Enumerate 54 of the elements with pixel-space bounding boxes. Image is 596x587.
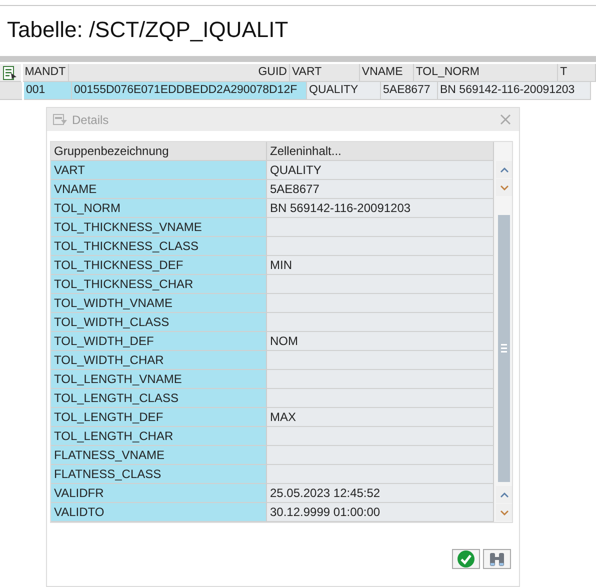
table-cell: VALIDFR <box>51 484 267 503</box>
scroll-thumb[interactable] <box>498 215 510 482</box>
table-cell: MAX <box>267 408 494 427</box>
binoculars-icon <box>488 550 506 568</box>
search-button[interactable] <box>483 549 511 569</box>
close-icon[interactable] <box>500 114 511 125</box>
table-cell: TOL_WIDTH_DEF <box>51 332 267 351</box>
table-cell: 30.12.9999 01:00:00 <box>267 503 494 522</box>
table-cell: MIN <box>267 256 494 275</box>
table-cell: TOL_WIDTH_VNAME <box>51 294 267 313</box>
table-cell: TOL_WIDTH_CHAR <box>51 351 267 370</box>
table-cell: VART <box>51 161 267 180</box>
table-cell: TOL_THICKNESS_DEF <box>51 256 267 275</box>
table-cell: TOL_THICKNESS_VNAME <box>51 218 267 237</box>
table-cell: TOL_LENGTH_CLASS <box>51 389 267 408</box>
table-cell: QUALITY <box>267 161 494 180</box>
table-cell: TOL_WIDTH_CLASS <box>51 313 267 332</box>
table-cell: VALIDTO <box>51 503 267 522</box>
table-cell: 5AE8677 <box>267 180 494 199</box>
table-cell: FLATNESS_VNAME <box>51 446 267 465</box>
table-cell: TOL_LENGTH_DEF <box>51 408 267 427</box>
scroll-up-icon[interactable] <box>496 161 512 178</box>
column-header[interactable]: TOL_NORM <box>414 64 558 82</box>
column-header[interactable]: VNAME <box>360 64 414 82</box>
page-title: Tabelle: /SCT/ZQP_IQUALIT <box>6 16 288 44</box>
table-cell: TOL_THICKNESS_CHAR <box>51 275 267 294</box>
table-cell: 001 <box>24 82 72 100</box>
table-cell: TOL_NORM <box>51 199 267 218</box>
scroll-down-icon[interactable] <box>496 504 512 521</box>
table-cell: NOM <box>267 332 494 351</box>
column-header[interactable]: MANDT <box>22 64 69 82</box>
scroll-up-icon[interactable] <box>496 486 512 503</box>
table-cell: TOL_LENGTH_VNAME <box>51 370 267 389</box>
table-cell: VNAME <box>51 180 267 199</box>
checkmark-icon <box>457 550 475 568</box>
confirm-button[interactable] <box>452 549 480 569</box>
table-cell: QUALITY <box>307 82 381 100</box>
column-header[interactable]: Gruppenbezeichnung <box>51 142 267 161</box>
column-header[interactable]: VART <box>290 64 360 82</box>
table-cell: 25.05.2023 12:45:52 <box>267 484 494 503</box>
table-cell: TOL_THICKNESS_CLASS <box>51 237 267 256</box>
dialog-title: Details <box>72 112 109 126</box>
column-select-button[interactable] <box>0 64 21 82</box>
column-header[interactable]: Zelleninhalt... <box>267 142 494 161</box>
table-cell: BN 569142-116-20091203 <box>267 199 494 218</box>
table-cell: FLATNESS_CLASS <box>51 465 267 484</box>
table-cell: TOL_LENGTH_CHAR <box>51 427 267 446</box>
table-cell: BN 569142-116-20091203 <box>438 82 591 100</box>
details-icon <box>53 114 68 125</box>
table-cell: 00155D076E071EDDBEDD2A290078D12F <box>72 82 307 100</box>
column-header[interactable]: T <box>558 64 596 82</box>
table-cell: 5AE8677 <box>381 82 438 100</box>
scroll-down-icon[interactable] <box>496 179 512 196</box>
column-header[interactable]: GUID <box>68 64 290 82</box>
